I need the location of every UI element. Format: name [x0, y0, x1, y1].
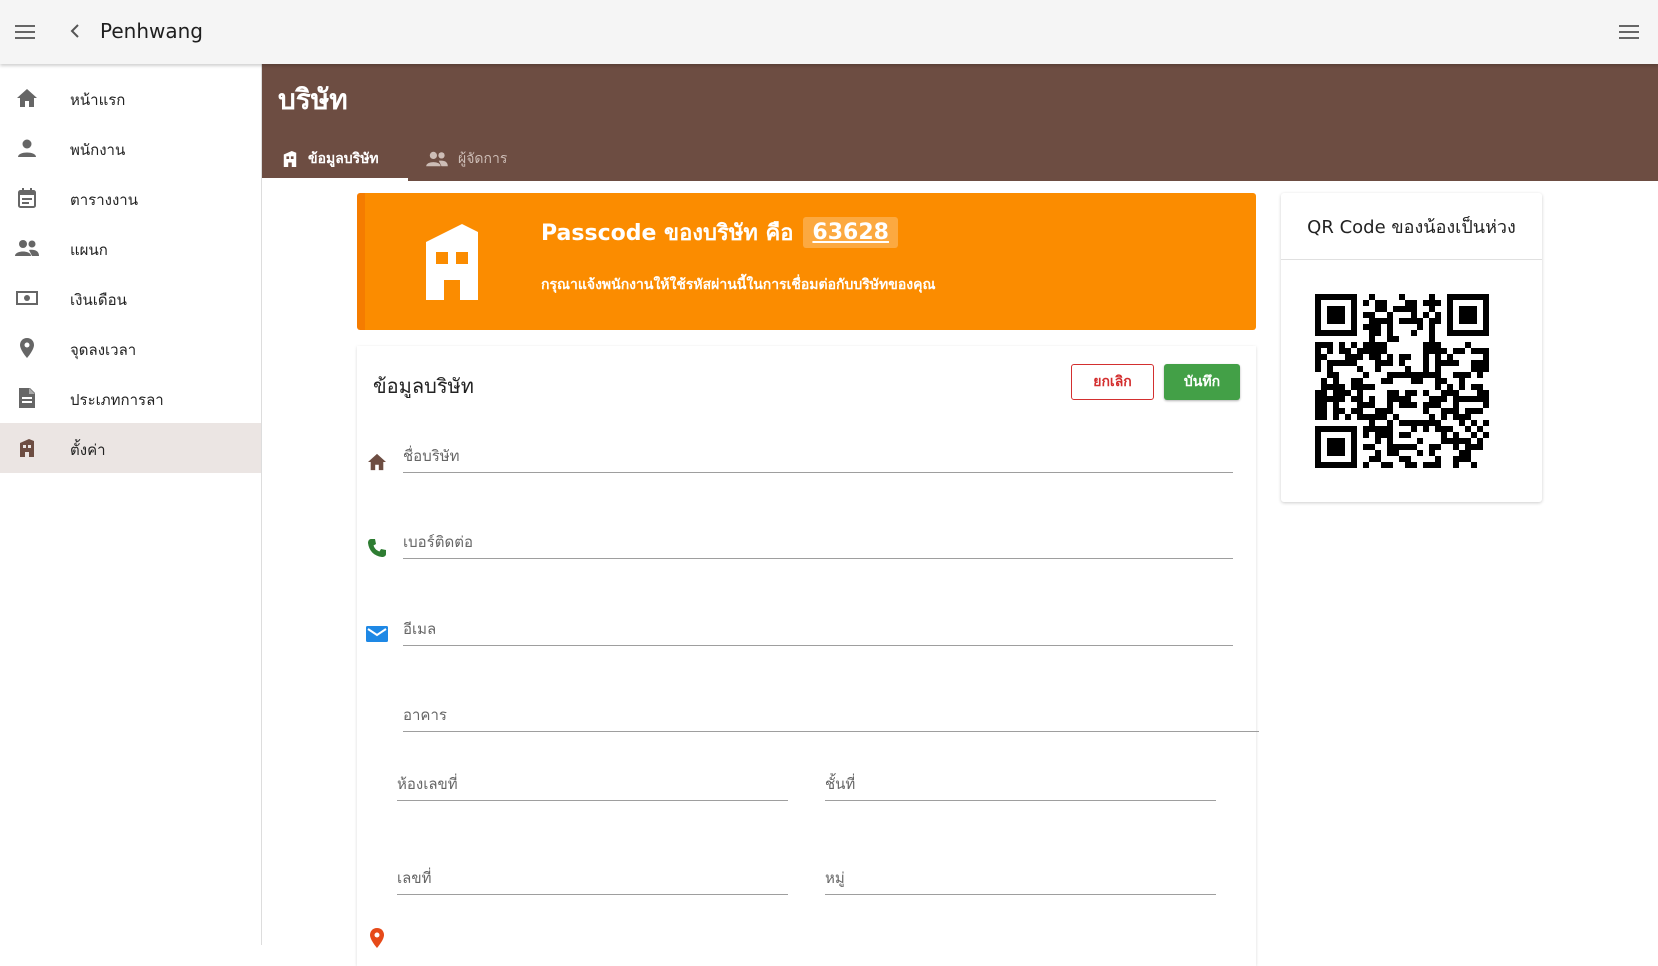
tab-label: ผู้จัดการ: [458, 150, 508, 167]
tab-company-info[interactable]: ข้อมูลบริษัท: [262, 136, 408, 181]
banner-subtitle: กรุณาแจ้งพนักงานให้ใช้รหัสผ่านนี้ในการเช…: [541, 277, 936, 293]
building-icon: [15, 436, 39, 460]
passcode-banner: Passcode ของบริษัท คือ 63628 กรุณาแจ้งพน…: [357, 193, 1256, 330]
field-label: ชื่อบริษัท: [403, 447, 460, 465]
location-pin-icon: [15, 336, 39, 360]
sidebar-item-leave-types[interactable]: ประเภทการลา: [0, 373, 261, 423]
page-header: บริษัท ข้อมูลบริษัท ผู้จัดการ: [262, 64, 1658, 181]
people-icon: [426, 150, 448, 168]
chevron-left-icon[interactable]: [64, 20, 86, 42]
phone-icon: [365, 536, 389, 560]
menu-icon[interactable]: [12, 18, 40, 46]
tab-label: ข้อมูลบริษัท: [308, 150, 379, 167]
qr-code-image: [1315, 294, 1489, 468]
home-icon: [365, 450, 389, 474]
building-icon: [282, 150, 298, 168]
cancel-button[interactable]: ยกเลิก: [1071, 364, 1154, 400]
location-pin-icon: [365, 926, 389, 950]
sidebar: หน้าแรก พนักงาน ตารางงาน แผนก เงินเดือน …: [0, 64, 262, 945]
right-menu-icon[interactable]: [1616, 18, 1644, 46]
sidebar-item-label: ตั้งค่า: [70, 441, 106, 459]
village-number-field[interactable]: หมู่: [825, 860, 1216, 895]
save-button[interactable]: บันทึก: [1164, 364, 1240, 400]
page-title: บริษัท: [278, 83, 348, 116]
field-label: ชั้นที่: [825, 775, 856, 793]
building-field[interactable]: อาคาร: [403, 697, 1259, 732]
top-app-bar: Penhwang: [0, 0, 1658, 64]
sidebar-item-label: หน้าแรก: [70, 91, 126, 109]
house-number-field[interactable]: เลขที่: [397, 860, 788, 895]
passcode-value: 63628: [803, 217, 898, 248]
sidebar-item-salary[interactable]: เงินเดือน: [0, 273, 261, 323]
document-icon: [15, 386, 39, 410]
sidebar-item-label: จุดลงเวลา: [70, 341, 137, 359]
field-label: เลขที่: [397, 869, 432, 887]
home-icon: [15, 86, 39, 110]
email-field[interactable]: อีเมล: [403, 611, 1233, 646]
mail-icon: [365, 622, 389, 646]
sidebar-item-label: แผนก: [70, 241, 108, 259]
building-icon: [422, 220, 482, 306]
sidebar-item-label: พนักงาน: [70, 141, 126, 159]
person-icon: [15, 136, 39, 160]
sidebar-item-home[interactable]: หน้าแรก: [0, 73, 261, 123]
room-number-field[interactable]: ห้องเลขที่: [397, 766, 788, 801]
company-name-field[interactable]: ชื่อบริษัท: [403, 438, 1233, 473]
app-title: Penhwang: [100, 19, 203, 43]
sidebar-item-departments[interactable]: แผนก: [0, 223, 261, 273]
banner-title-text: Passcode ของบริษัท คือ: [541, 221, 794, 246]
tab-indicator: [262, 178, 408, 181]
qr-card-title: QR Code ของน้องเป็นห่วง: [1281, 193, 1542, 260]
sidebar-item-settings[interactable]: ตั้งค่า: [0, 423, 261, 473]
form-title: ข้อมูลบริษัท: [373, 374, 474, 398]
sidebar-item-label: เงินเดือน: [70, 291, 127, 309]
field-label: ห้องเลขที่: [397, 775, 458, 793]
floor-field[interactable]: ชั้นที่: [825, 766, 1216, 801]
phone-field[interactable]: เบอร์ติดต่อ: [403, 524, 1233, 559]
field-label: อาคาร: [403, 706, 447, 724]
sidebar-item-label: ตารางงาน: [70, 191, 138, 209]
tab-managers[interactable]: ผู้จัดการ: [426, 136, 536, 181]
field-label: หมู่: [825, 869, 845, 887]
field-label: อีเมล: [403, 620, 437, 638]
qr-code-card: QR Code ของน้องเป็นห่วง: [1281, 193, 1542, 502]
sidebar-item-schedule[interactable]: ตารางงาน: [0, 173, 261, 223]
people-icon: [15, 236, 39, 260]
banner-title: Passcode ของบริษัท คือ 63628: [541, 215, 898, 250]
field-label: เบอร์ติดต่อ: [403, 533, 473, 551]
company-info-form: ข้อมูลบริษัท ยกเลิก บันทึก ชื่อบริษัท เบ…: [357, 346, 1259, 966]
sidebar-item-checkin-points[interactable]: จุดลงเวลา: [0, 323, 261, 373]
sidebar-item-employees[interactable]: พนักงาน: [0, 123, 261, 173]
calendar-icon: [15, 186, 39, 210]
sidebar-item-label: ประเภทการลา: [70, 391, 164, 409]
money-icon: [15, 286, 39, 310]
